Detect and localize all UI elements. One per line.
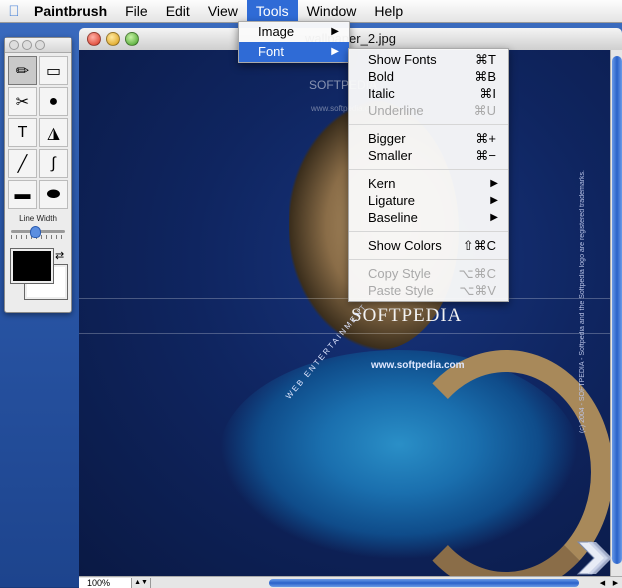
menu-item-label: Bold bbox=[368, 69, 395, 84]
font-menu-item-show-fonts[interactable]: Show Fonts ⌘T bbox=[349, 51, 508, 68]
scroll-left-icon[interactable]: ◀ bbox=[600, 579, 605, 587]
menu-item-shortcut: ⌥⌘C bbox=[458, 266, 496, 281]
menu-item-shortcut: ⌘I bbox=[479, 86, 496, 101]
scroll-right-icon[interactable]: ▶ bbox=[613, 579, 618, 587]
menu-bar:  Paintbrush File Edit View Tools Window… bbox=[0, 0, 622, 23]
pencil-icon[interactable]: ✏ bbox=[8, 56, 37, 85]
submenu-arrow-icon: ▶ bbox=[490, 178, 498, 189]
menu-separator bbox=[349, 169, 508, 170]
horizontal-scroll-thumb[interactable] bbox=[269, 578, 579, 587]
font-menu-item-smaller[interactable]: Smaller ⌘− bbox=[349, 147, 508, 164]
menu-item-label: Copy Style bbox=[368, 266, 431, 281]
eraser-icon[interactable]: ▭ bbox=[39, 56, 68, 85]
vertical-scrollbar[interactable] bbox=[610, 50, 622, 576]
line-tool-icon[interactable]: ╱ bbox=[8, 149, 37, 178]
horizontal-scrollbar[interactable] bbox=[151, 578, 596, 588]
color-well: ⇄ bbox=[5, 247, 71, 307]
zoom-popup-icon[interactable]: ▲▼ bbox=[132, 577, 151, 588]
palette-titlebar[interactable] bbox=[5, 38, 71, 53]
zoom-field[interactable]: 100% bbox=[79, 577, 132, 588]
font-menu-item-bigger[interactable]: Bigger ⌘+ bbox=[349, 130, 508, 147]
menu-item-label: Paste Style bbox=[368, 283, 434, 298]
menu-help[interactable]: Help bbox=[365, 0, 412, 22]
menu-item-label: Smaller bbox=[368, 148, 413, 163]
paint-bucket-icon[interactable]: ◮ bbox=[39, 118, 68, 147]
submenu-arrow-icon: ▶ bbox=[490, 212, 498, 223]
vertical-scroll-thumb[interactable] bbox=[612, 56, 622, 564]
menu-separator bbox=[349, 259, 508, 260]
menu-separator bbox=[349, 124, 508, 125]
font-menu-item-italic[interactable]: Italic ⌘I bbox=[349, 85, 508, 102]
text-tool-icon[interactable]: T bbox=[8, 118, 37, 147]
menu-item-shortcut: ⌥⌘V bbox=[459, 283, 496, 298]
menu-item-shortcut: ⇧⌘C bbox=[462, 238, 496, 253]
menu-item-label: Image bbox=[258, 24, 295, 39]
bottom-bar: 100% ▲▼ ◀ ▶ bbox=[79, 576, 622, 588]
font-menu-item-kern[interactable]: Kern ▶ bbox=[349, 175, 508, 192]
oval-tool-icon[interactable]: ⬬ bbox=[39, 180, 68, 209]
tool-grid: ✏ ▭ ✂ ● T ◮ ╱ ∫ ▬ ⬬ bbox=[5, 53, 71, 212]
scissors-icon[interactable]: ✂ bbox=[8, 87, 37, 116]
bomb-icon[interactable]: ● bbox=[39, 87, 68, 116]
copyright-text: (c) 2004 - SOFTPEDIA - Softpedia and the… bbox=[579, 170, 586, 434]
tools-menu-item-font[interactable]: Font ▶ bbox=[239, 42, 349, 62]
palette-close-button[interactable] bbox=[9, 40, 19, 50]
line-width-label: Line Width bbox=[19, 214, 57, 223]
rectangle-tool-icon[interactable]: ▬ bbox=[8, 180, 37, 209]
line-width-slider[interactable] bbox=[11, 225, 65, 239]
menu-item-shortcut: ⌘U bbox=[473, 103, 496, 118]
menu-item-label: Bigger bbox=[368, 131, 406, 146]
menu-separator bbox=[349, 231, 508, 232]
menu-item-label: Font bbox=[258, 44, 285, 59]
foreground-color-well[interactable] bbox=[10, 248, 54, 284]
tools-menu: Image ▶ Font ▶ bbox=[238, 21, 350, 63]
menu-item-label: Show Fonts bbox=[368, 52, 437, 67]
palette-zoom-button[interactable] bbox=[35, 40, 45, 50]
menu-item-shortcut: ⌘T bbox=[475, 52, 496, 67]
submenu-arrow-icon: ▶ bbox=[331, 46, 339, 57]
font-menu-item-baseline[interactable]: Baseline ▶ bbox=[349, 209, 508, 226]
font-menu-item-ligature[interactable]: Ligature ▶ bbox=[349, 192, 508, 209]
font-menu-item-paste-style: Paste Style ⌥⌘V bbox=[349, 282, 508, 299]
curve-tool-icon[interactable]: ∫ bbox=[39, 149, 68, 178]
menu-item-label: Ligature bbox=[368, 193, 415, 208]
nav-arrow-icon bbox=[576, 541, 612, 575]
scroll-arrows[interactable]: ◀ ▶ bbox=[596, 578, 622, 588]
submenu-arrow-icon: ▶ bbox=[490, 195, 498, 206]
menu-item-label: Italic bbox=[368, 86, 395, 101]
menu-item-label: Kern bbox=[368, 176, 396, 191]
tool-palette: ✏ ▭ ✂ ● T ◮ ╱ ∫ ▬ ⬬ Line Width ⇄ bbox=[4, 37, 72, 313]
font-submenu: Show Fonts ⌘T Bold ⌘B Italic ⌘I Underline ⌘U Big… bbox=[348, 48, 509, 302]
menu-app-name[interactable]: Paintbrush bbox=[28, 0, 116, 22]
document-title: wallpaper_2.jpg bbox=[304, 31, 397, 46]
font-menu-item-underline: Underline ⌘U bbox=[349, 102, 508, 119]
swap-colors-icon[interactable]: ⇄ bbox=[55, 249, 64, 262]
font-menu-item-show-colors[interactable]: Show Colors ⇧⌘C bbox=[349, 237, 508, 254]
submenu-arrow-icon: ▶ bbox=[331, 26, 339, 37]
image-canvas[interactable]: SOFTPEDIA www.softpedia.com SOFTPEDIA ww… bbox=[79, 50, 610, 576]
menu-window[interactable]: Window bbox=[298, 0, 366, 22]
menu-view[interactable]: View bbox=[199, 0, 247, 22]
menu-tools[interactable]: Tools bbox=[246, 0, 298, 22]
menu-file[interactable]: File bbox=[116, 0, 157, 22]
brand-url: www.softpedia.com bbox=[371, 360, 465, 371]
apple-icon[interactable]:  bbox=[0, 3, 28, 20]
tools-menu-item-image[interactable]: Image ▶ bbox=[239, 22, 349, 42]
font-menu-item-bold[interactable]: Bold ⌘B bbox=[349, 68, 508, 85]
menu-item-shortcut: ⌘B bbox=[474, 69, 496, 84]
menu-edit[interactable]: Edit bbox=[157, 0, 199, 22]
menu-item-label: Underline bbox=[368, 103, 424, 118]
menu-item-label: Baseline bbox=[368, 210, 418, 225]
banner-line-top bbox=[79, 298, 610, 299]
palette-minimize-button[interactable] bbox=[22, 40, 32, 50]
slider-knob[interactable] bbox=[29, 226, 41, 238]
menu-item-shortcut: ⌘+ bbox=[475, 131, 496, 146]
menu-item-label: Show Colors bbox=[368, 238, 442, 253]
menu-item-shortcut: ⌘− bbox=[475, 148, 496, 163]
font-menu-item-copy-style: Copy Style ⌥⌘C bbox=[349, 265, 508, 282]
